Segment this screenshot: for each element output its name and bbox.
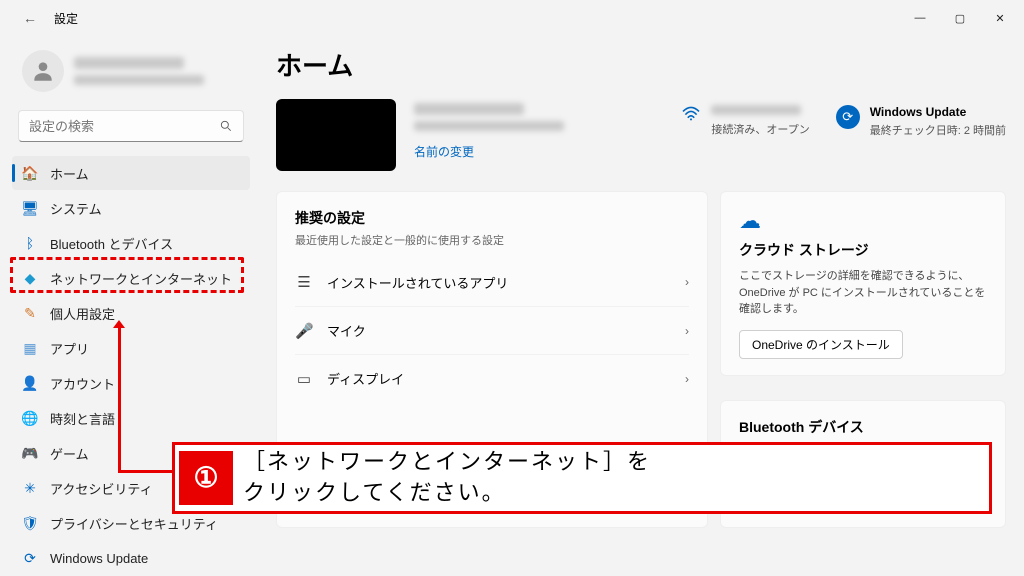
recommended-row-label: インストールされているアプリ [327,273,508,292]
mic-icon: 🎤 [295,322,313,340]
bluetooth-icon: ᛒ [22,235,38,251]
avatar [22,50,64,92]
device-meta: 名前の変更 [414,99,564,160]
annotation-callout: ① ［ネットワークとインターネット］を クリックしてください。 [172,442,992,514]
gaming-icon: 🎮 [22,445,38,461]
recommended-row-label: マイク [327,321,366,340]
annotation-text: ［ネットワークとインターネット］を クリックしてください。 [237,445,657,511]
annotation-number-badge: ① [179,451,233,505]
device-thumbnail [276,99,396,171]
accessibility-icon: ✳ [22,480,38,496]
update-subtext: 最終チェック日時: 2 時間前 [870,122,1006,138]
recommended-row-label: ディスプレイ [327,369,404,388]
chevron-right-icon: › [685,324,689,338]
sidebar-item-system[interactable]: 🖥 システム [12,191,250,225]
sidebar-item-update[interactable]: ⟳ Windows Update [12,541,250,575]
chevron-right-icon: › [685,275,689,289]
accounts-icon: 👤 [22,375,38,391]
sidebar-item-label: プライバシーとセキュリティ [50,514,218,533]
page-title: ホーム [276,46,1006,83]
update-icon: ⟳ [836,105,860,129]
sidebar-item-home[interactable]: 🏠 ホーム [12,156,250,190]
account-text [74,57,204,85]
annotation-connector-h [118,470,174,473]
time-icon: 🌐 [22,410,38,426]
hero-section: 名前の変更 接続済み、オープン ⟳ Windows Update [276,99,1006,171]
search-box[interactable] [18,110,244,142]
bluetooth-title: Bluetooth デバイス [739,417,987,437]
personalization-icon: ✎ [22,305,38,321]
close-button[interactable]: ✕ [980,4,1020,32]
account-header[interactable] [12,36,250,110]
privacy-icon: 🛡 [22,515,38,531]
sidebar-item-label: ゲーム [50,444,89,463]
cloud-title: クラウド ストレージ [739,240,987,260]
sidebar-item-personalization[interactable]: ✎ 個人用設定 [12,296,250,330]
app-title: 設定 [54,10,78,27]
system-icon: 🖥 [22,200,38,216]
window-controls: — ▢ ✕ [900,4,1020,32]
sidebar-item-label: ネットワークとインターネット [50,269,232,288]
sidebar-item-label: システム [50,199,102,218]
annotation-connector-v [118,326,121,473]
apps-icon: ☰ [295,273,313,291]
wifi-icon [681,105,701,126]
network-icon: ◆ [22,270,38,286]
recommended-title: 推奨の設定 [295,208,689,228]
cloud-icon: ☁ [739,208,987,234]
update-title: Windows Update [870,105,1006,119]
search-icon [219,119,233,133]
title-bar: ← 設定 — ▢ ✕ [0,0,1024,36]
annotation-arrowhead [113,320,125,328]
sidebar-item-label: アプリ [50,339,89,358]
sidebar-item-accounts[interactable]: 👤 アカウント [12,366,250,400]
recommended-row-apps[interactable]: ☰ インストールされているアプリ › [295,258,689,306]
wifi-status-block[interactable]: 接続済み、オープン [681,105,809,137]
search-input[interactable] [29,119,219,134]
display-icon: ▭ [295,370,313,388]
home-icon: 🏠 [22,165,38,181]
sidebar-item-network[interactable]: ◆ ネットワークとインターネット [12,261,250,295]
sidebar-item-label: Bluetooth とデバイス [50,234,173,253]
maximize-button[interactable]: ▢ [940,4,980,32]
update-icon: ⟳ [22,550,38,566]
sidebar-item-label: アカウント [50,374,115,393]
recommended-row-mic[interactable]: 🎤 マイク › [295,306,689,354]
onedrive-install-button[interactable]: OneDrive のインストール [739,330,903,359]
cloud-description: ここでストレージの詳細を確認できるように、OneDrive が PC にインスト… [739,268,987,318]
sidebar-item-apps[interactable]: ▦ アプリ [12,331,250,365]
apps-icon: ▦ [22,340,38,356]
rename-link[interactable]: 名前の変更 [414,143,564,160]
sidebar-item-bluetooth[interactable]: ᛒ Bluetooth とデバイス [12,226,250,260]
sidebar-item-label: アクセシビリティ [50,479,153,498]
person-icon [30,58,56,84]
recommended-row-display[interactable]: ▭ ディスプレイ › [295,354,689,402]
sidebar-item-label: 時刻と言語 [50,409,115,428]
back-button[interactable]: ← [16,4,44,32]
wifi-status-text: 接続済み、オープン [711,121,809,137]
sidebar-item-time[interactable]: 🌐 時刻と言語 [12,401,250,435]
windows-update-block[interactable]: ⟳ Windows Update 最終チェック日時: 2 時間前 [836,105,1006,138]
chevron-right-icon: › [685,372,689,386]
sidebar-item-label: ホーム [50,164,89,183]
cloud-storage-card: ☁ クラウド ストレージ ここでストレージの詳細を確認できるように、OneDri… [720,191,1006,376]
minimize-button[interactable]: — [900,4,940,32]
sidebar-item-label: 個人用設定 [50,304,115,323]
sidebar-item-label: Windows Update [50,551,148,566]
recommended-sub: 最近使用した設定と一般的に使用する設定 [295,232,689,248]
